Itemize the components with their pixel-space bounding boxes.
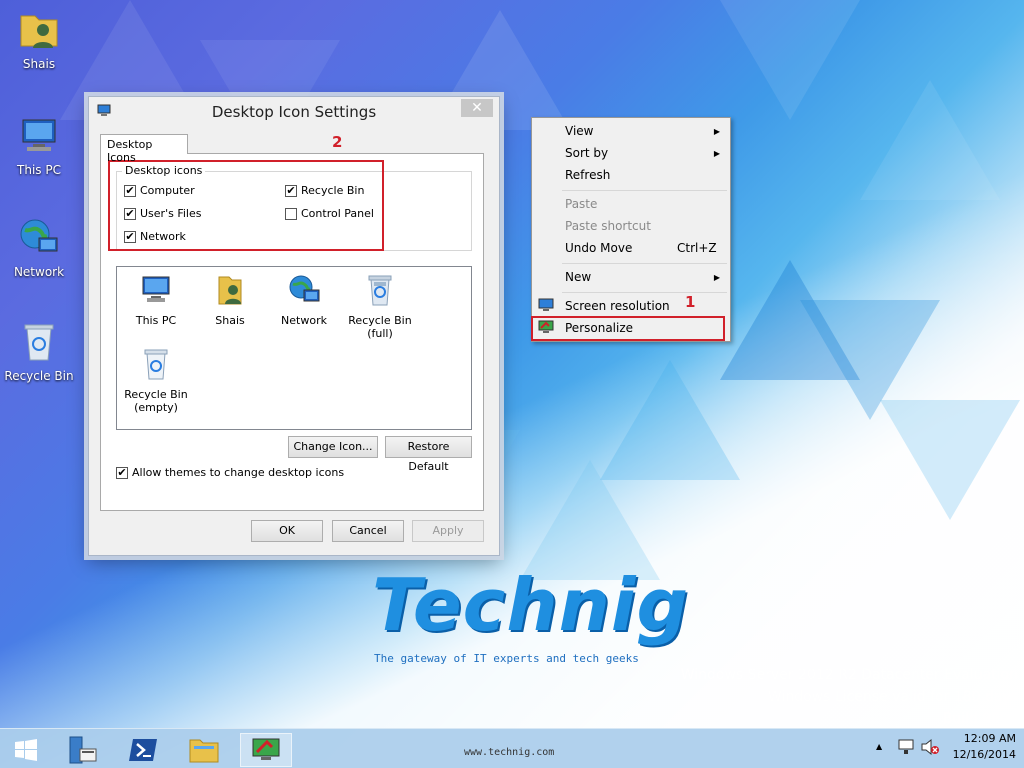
computer-icon: [142, 276, 170, 302]
desktop-icon-label: Shais: [22, 57, 56, 71]
user-folder-icon: [218, 276, 242, 305]
menu-item-label: Sort by: [565, 146, 609, 160]
menu-item-new[interactable]: New: [565, 270, 591, 284]
network-globe-icon: [20, 219, 58, 252]
website-url: www.technig.com: [464, 747, 555, 758]
close-button[interactable]: ✕: [461, 99, 493, 117]
start-button[interactable]: [0, 733, 52, 767]
menu-item-paste-shortcut[interactable]: Paste shortcut: [565, 219, 651, 233]
dialog-title: Desktop Icon Settings: [211, 103, 377, 121]
checkbox-label: Allow themes to change desktop icons: [132, 466, 345, 479]
menu-item-label: Paste shortcut: [565, 219, 651, 233]
tab-desktop-icons[interactable]: Desktop Icons: [100, 134, 188, 164]
menu-item-undo-move[interactable]: Undo Move: [565, 241, 632, 255]
desktop-icon-this-pc[interactable]: This PC: [0, 114, 78, 177]
screen-resolution-icon: [538, 298, 554, 311]
system-clock[interactable]: 12:09 AM 12/16/2014: [953, 731, 1016, 763]
logo-tagline: The gateway of IT experts and tech geeks: [374, 652, 639, 665]
list-item-shais[interactable]: Shais: [193, 273, 267, 327]
list-item-label: This PC: [135, 314, 177, 327]
list-item-label: Shais: [215, 314, 245, 327]
menu-item-refresh[interactable]: Refresh: [565, 168, 610, 182]
menu-item-label: Refresh: [565, 168, 611, 182]
icon-list[interactable]: This PC Shais Network Recycle Bin (full)…: [116, 266, 472, 430]
menu-item-sort-by[interactable]: Sort by: [565, 146, 608, 160]
list-item-label: Network: [281, 314, 327, 327]
recycle-bin-empty-icon: [144, 349, 168, 380]
windows-start-icon: [15, 739, 37, 761]
apply-button[interactable]: Apply: [412, 520, 484, 542]
desktop-icon-network[interactable]: Network: [0, 216, 78, 279]
menu-separator: [562, 190, 727, 191]
checkbox-allow-themes[interactable]: ✔ Allow themes to change desktop icons: [116, 466, 344, 479]
menu-item-view[interactable]: View: [565, 124, 593, 138]
taskbar-file-explorer[interactable]: [178, 733, 230, 767]
menu-item-label: New: [565, 270, 592, 284]
recycle-bin-full-icon: [368, 275, 392, 306]
change-icon-button[interactable]: Change Icon...: [288, 436, 378, 458]
computer-icon: [22, 119, 56, 151]
clock-date: 12/16/2014: [952, 748, 1016, 761]
watermark-line-2: Windows License valid for 180 days: [767, 689, 1018, 705]
technig-logo: Technig: [372, 563, 690, 647]
list-item-this-pc[interactable]: This PC: [119, 273, 193, 327]
dialog-titlebar[interactable]: Desktop Icon Settings ✕: [89, 97, 499, 127]
list-item-sublabel: (full): [367, 327, 393, 340]
volume-muted-icon[interactable]: [920, 738, 940, 756]
network-tray-icon[interactable]: [897, 738, 915, 756]
annotation-box-1: [531, 316, 725, 341]
taskbar-server-manager[interactable]: [56, 733, 108, 767]
watermark-line-3: Build 9600: [942, 711, 1018, 727]
desktop-icon-label: Recycle Bin: [4, 369, 74, 383]
desktop-icon-recycle-bin[interactable]: Recycle Bin: [0, 320, 78, 383]
annotation-label-2: 2: [332, 133, 343, 151]
menu-item-paste[interactable]: Paste: [565, 197, 597, 211]
file-explorer-icon: [189, 739, 219, 763]
submenu-arrow-icon: ▶: [713, 149, 720, 158]
desktop-icon-shais[interactable]: Shais: [0, 8, 78, 71]
ok-button[interactable]: OK: [251, 520, 323, 542]
list-item-recycle-bin-full[interactable]: Recycle Bin (full): [343, 273, 417, 340]
watermark-line-1: Windows Server 2012 R2 Datacenter Evalua…: [680, 667, 1018, 683]
close-icon: ✕: [471, 100, 483, 116]
checkbox-box[interactable]: ✔: [116, 466, 128, 479]
clock-time: 12:09 AM: [963, 732, 1016, 745]
menu-item-label: Screen resolution: [565, 299, 670, 313]
taskbar-powershell[interactable]: [118, 733, 170, 767]
desktop-icon-label: This PC: [17, 163, 61, 177]
list-item-sublabel: (empty): [134, 401, 178, 414]
server-manager-icon: [69, 736, 97, 764]
recycle-bin-icon: [24, 324, 54, 361]
submenu-arrow-icon: ▶: [713, 273, 720, 282]
list-item-recycle-bin-empty[interactable]: Recycle Bin (empty): [119, 347, 193, 414]
menu-item-screen-resolution[interactable]: Screen resolution: [565, 299, 670, 313]
powershell-icon: [129, 739, 157, 761]
annotation-box-2: [108, 160, 384, 251]
menu-separator: [562, 263, 727, 264]
menu-item-label: Undo Move: [565, 241, 633, 255]
desktop-context-menu: View ▶ Sort by ▶ Refresh Paste Paste sho…: [531, 117, 731, 342]
menu-item-label: Paste: [565, 197, 598, 211]
list-item-network[interactable]: Network: [267, 273, 341, 327]
list-item-label: Recycle Bin: [348, 314, 412, 327]
annotation-label-1: 1: [685, 293, 696, 311]
submenu-arrow-icon: ▶: [713, 127, 720, 136]
menu-item-shortcut: Ctrl+Z: [677, 241, 717, 255]
desktop-icon-label: Network: [13, 265, 65, 279]
tray-show-hidden-icon[interactable]: ▲: [876, 742, 882, 751]
cancel-button[interactable]: Cancel: [332, 520, 404, 542]
user-folder-icon: [20, 15, 58, 48]
menu-separator: [562, 292, 727, 293]
restore-default-button[interactable]: Restore Default: [385, 436, 472, 473]
personalization-icon: [252, 738, 280, 760]
network-globe-icon: [289, 275, 320, 302]
menu-item-label: View: [565, 124, 594, 138]
list-item-label: Recycle Bin: [124, 388, 188, 401]
taskbar-personalization[interactable]: [240, 733, 292, 767]
